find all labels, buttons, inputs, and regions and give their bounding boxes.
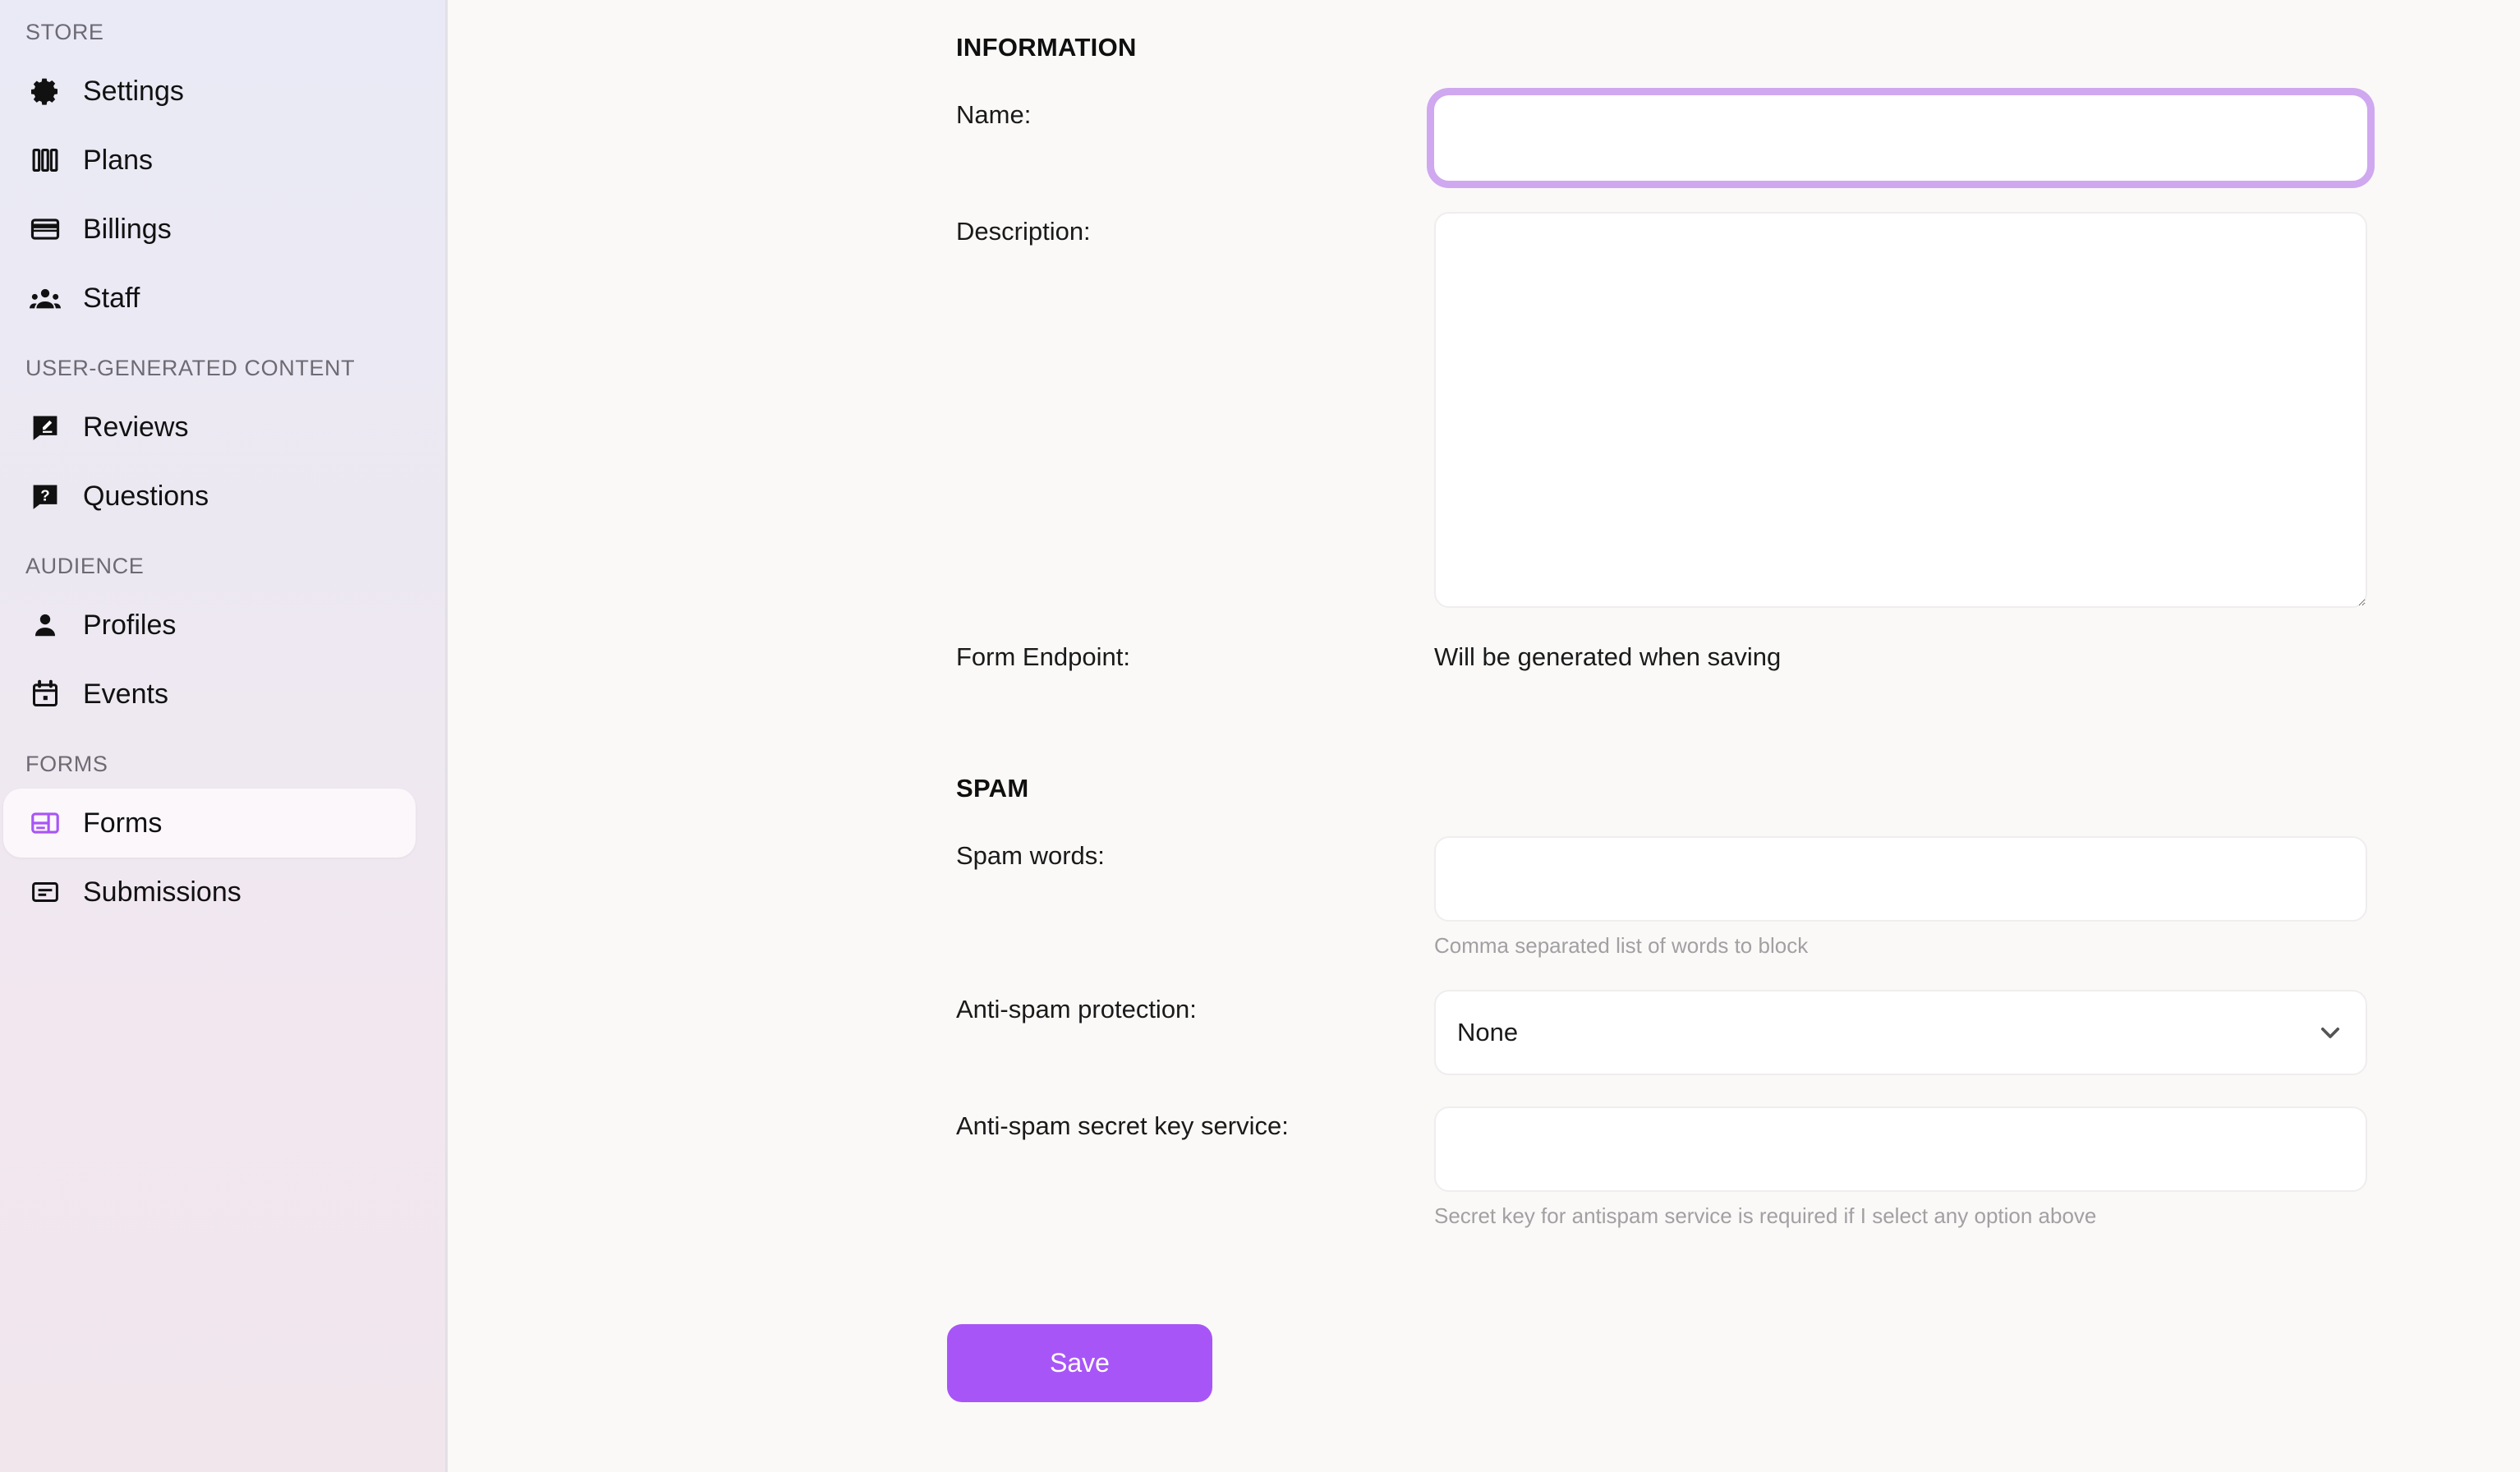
form-editor: INFORMATION Name: Description: Form Endp…	[917, 0, 2520, 1402]
field-row-name: Name:	[956, 95, 2520, 181]
sidebar-item-label: Settings	[83, 76, 184, 107]
description-textarea[interactable]	[1434, 212, 2367, 608]
anti-spam-secret-key-control: Secret key for antispam service is requi…	[1434, 1106, 2520, 1229]
description-control	[1434, 212, 2520, 608]
anti-spam-protection-control: None	[1434, 990, 2520, 1075]
spam-words-input[interactable]	[1434, 836, 2367, 922]
main-content: INFORMATION Name: Description: Form Endp…	[448, 0, 2520, 1472]
sidebar-item-label: Billings	[83, 214, 172, 245]
anti-spam-protection-select-box[interactable]: None	[1434, 990, 2367, 1075]
svg-text:?: ?	[40, 486, 49, 504]
sidebar-item-submissions[interactable]: Submissions	[3, 858, 416, 927]
anti-spam-secret-key-input[interactable]	[1434, 1106, 2367, 1192]
spam-words-control: Comma separated list of words to block	[1434, 836, 2520, 959]
sidebar-item-billings[interactable]: Billings	[3, 195, 416, 264]
anti-spam-protection-value: None	[1457, 1018, 1519, 1046]
form-endpoint-value: Will be generated when saving	[1434, 642, 1782, 671]
sidebar-item-forms[interactable]: Forms	[3, 789, 416, 858]
bars-icon	[29, 144, 62, 177]
information-section-heading: INFORMATION	[956, 33, 1137, 62]
sidebar-item-label: Profiles	[83, 610, 177, 641]
sidebar-section-title-audience: AUDIENCE	[25, 554, 145, 578]
form-layout-icon	[29, 807, 62, 840]
person-icon	[29, 609, 62, 642]
anti-spam-secret-key-label: Anti-spam secret key service:	[956, 1111, 1289, 1140]
form-endpoint-label: Form Endpoint:	[956, 642, 1130, 671]
sidebar-item-label: Events	[83, 678, 168, 710]
description-label: Description:	[956, 217, 1091, 246]
sidebar-item-label: Questions	[83, 481, 209, 512]
sidebar-item-label: Staff	[83, 283, 140, 314]
sidebar-item-settings[interactable]: Settings	[3, 57, 416, 126]
chevron-down-icon	[2316, 1019, 2344, 1046]
name-label: Name:	[956, 100, 1032, 129]
sidebar-item-questions[interactable]: ? Questions	[3, 462, 416, 531]
field-row-anti-spam-secret-key: Anti-spam secret key service: Secret key…	[956, 1106, 2520, 1229]
save-button[interactable]: Save	[947, 1324, 1212, 1402]
credit-card-icon	[29, 213, 62, 246]
sidebar-item-events[interactable]: Events	[3, 660, 416, 729]
spam-section-heading: SPAM	[956, 774, 1029, 803]
form-endpoint-control: Will be generated when saving	[1434, 637, 2520, 672]
spam-words-label: Spam words:	[956, 841, 1105, 870]
gear-icon	[29, 75, 62, 108]
sidebar-item-label: Submissions	[83, 876, 241, 908]
calendar-icon	[29, 678, 62, 711]
sidebar-section-title-forms: FORMS	[25, 752, 108, 776]
submission-card-icon	[29, 876, 62, 908]
sidebar: STORE Settings Plans Billings Staff USER…	[0, 0, 448, 1472]
sidebar-item-reviews[interactable]: Reviews	[3, 393, 416, 462]
sidebar-section-title-ugc: USER-GENERATED CONTENT	[25, 356, 356, 380]
question-bubble-icon: ?	[29, 480, 62, 513]
sidebar-item-plans[interactable]: Plans	[3, 126, 416, 195]
field-row-spam-words: Spam words: Comma separated list of word…	[956, 836, 2520, 959]
sidebar-section-title-store: STORE	[25, 20, 104, 44]
sidebar-item-label: Forms	[83, 807, 163, 839]
people-icon	[29, 282, 62, 315]
spam-words-hint: Comma separated list of words to block	[1434, 933, 1809, 958]
anti-spam-protection-label: Anti-spam protection:	[956, 995, 1197, 1024]
field-row-anti-spam-protection: Anti-spam protection: None	[956, 990, 2520, 1075]
field-row-form-endpoint: Form Endpoint: Will be generated when sa…	[956, 637, 2520, 672]
name-control	[1434, 95, 2520, 181]
sidebar-item-profiles[interactable]: Profiles	[3, 591, 416, 660]
sidebar-item-staff[interactable]: Staff	[3, 264, 416, 333]
anti-spam-protection-select[interactable]: None	[1434, 990, 2367, 1075]
review-bubble-icon	[29, 411, 62, 444]
field-row-description: Description:	[956, 212, 2520, 608]
anti-spam-secret-key-hint: Secret key for antispam service is requi…	[1434, 1203, 2097, 1228]
sidebar-item-label: Plans	[83, 145, 154, 176]
name-input[interactable]	[1434, 95, 2367, 181]
sidebar-item-label: Reviews	[83, 412, 189, 443]
